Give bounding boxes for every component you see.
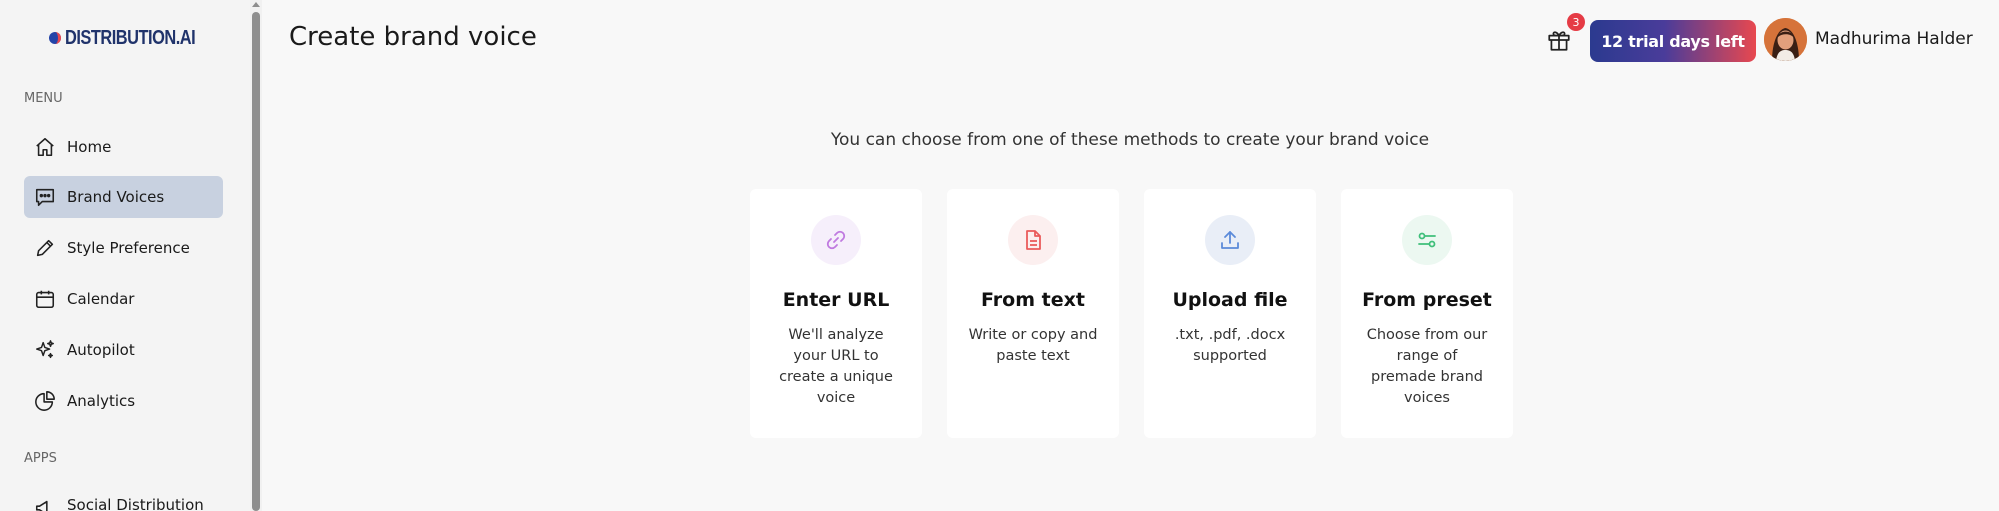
megaphone-icon <box>33 496 57 511</box>
sidebar-scrollbar-thumb[interactable] <box>252 12 260 511</box>
card-description: Choose from our range of premade brand v… <box>1366 327 1488 406</box>
logo[interactable]: DISTRIBUTION.AI <box>48 25 224 51</box>
avatar-image <box>1764 18 1807 61</box>
method-card-from-text[interactable]: From text Write or copy and paste text <box>947 189 1119 438</box>
chat-bubble-icon <box>33 185 57 209</box>
apps-section-label: APPS <box>24 451 57 466</box>
gift-button[interactable] <box>1546 27 1572 53</box>
sidebar-item-style-preference[interactable]: Style Preference <box>24 227 223 269</box>
app-root: DISTRIBUTION.AI MENU Home Brand Voices S… <box>0 0 1999 511</box>
logo-text: DISTRIBUTION.AI <box>65 26 196 49</box>
card-description: Write or copy and paste text <box>968 327 1098 364</box>
sidebar-item-label: Style Preference <box>67 239 190 257</box>
user-name[interactable]: Madhurima Halder <box>1815 29 1973 49</box>
sidebar-item-autopilot[interactable]: Autopilot <box>24 329 223 371</box>
method-card-from-preset[interactable]: From preset Choose from our range of pre… <box>1341 189 1513 438</box>
pie-chart-icon <box>33 389 57 413</box>
sidebar-item-label: Calendar <box>67 290 135 308</box>
link-icon <box>811 215 861 265</box>
sidebar: DISTRIBUTION.AI MENU Home Brand Voices S… <box>0 0 252 511</box>
sidebar-item-analytics[interactable]: Analytics <box>24 380 223 422</box>
scroll-up-arrow-icon[interactable] <box>251 0 261 8</box>
sliders-icon <box>1402 215 1452 265</box>
gift-icon <box>1548 31 1570 51</box>
calendar-icon <box>33 287 57 311</box>
method-card-upload-file[interactable]: Upload file .txt, .pdf, .docx supported <box>1144 189 1316 438</box>
sparkles-icon <box>33 338 57 362</box>
sidebar-item-label: Autopilot <box>67 341 135 359</box>
pencil-icon <box>33 236 57 260</box>
card-title: Enter URL <box>782 289 890 311</box>
card-title: From text <box>981 289 1085 311</box>
card-description: We'll analyze your URL to create a uniqu… <box>779 327 893 406</box>
page-title: Create brand voice <box>289 22 537 52</box>
method-card-enter-url[interactable]: Enter URL We'll analyze your URL to crea… <box>750 189 922 438</box>
card-title: From preset <box>1362 289 1492 311</box>
avatar[interactable] <box>1764 18 1807 61</box>
notification-badge: 3 <box>1567 13 1585 31</box>
menu-section-label: MENU <box>24 91 63 106</box>
sidebar-item-label: Analytics <box>67 392 136 410</box>
sidebar-item-social-distribution[interactable]: Social Distribution <box>24 493 223 511</box>
sidebar-item-label: Social Distribution <box>67 496 204 511</box>
sidebar-item-label: Brand Voices <box>67 188 165 206</box>
sidebar-item-brand-voices[interactable]: Brand Voices <box>24 176 223 218</box>
card-title: Upload file <box>1172 289 1288 311</box>
card-description: .txt, .pdf, .docx supported <box>1174 327 1286 364</box>
sidebar-item-calendar[interactable]: Calendar <box>24 278 223 320</box>
document-icon <box>1008 215 1058 265</box>
upload-icon <box>1205 215 1255 265</box>
logo-mark-icon <box>49 32 61 44</box>
intro-text: You can choose from one of these methods… <box>830 130 1430 150</box>
trial-days-button[interactable]: 12 trial days left <box>1590 20 1756 62</box>
